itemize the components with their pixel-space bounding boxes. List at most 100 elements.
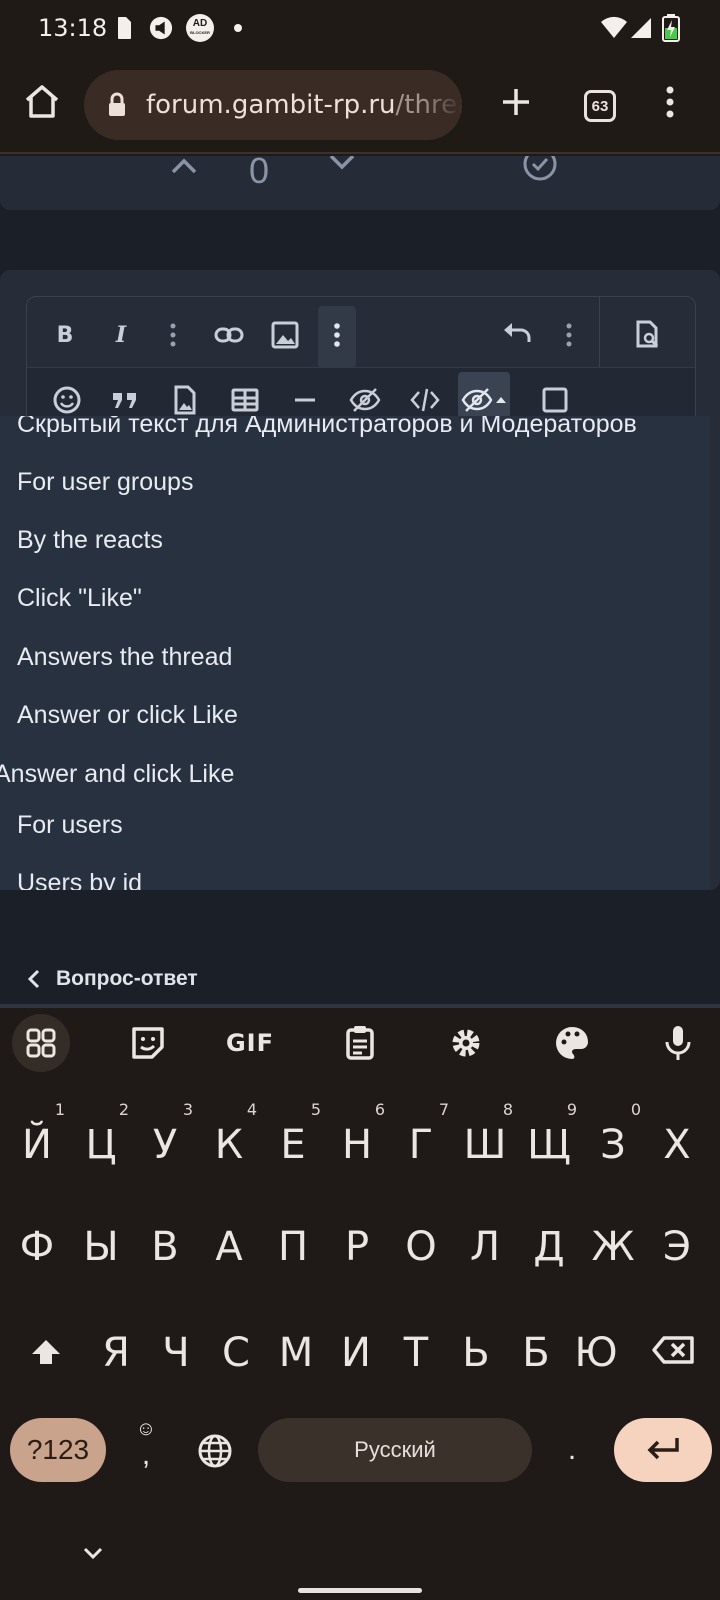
key[interactable]: П bbox=[263, 1212, 323, 1282]
status-time: 13:18 bbox=[38, 14, 108, 42]
breadcrumb-label: Вопрос-ответ bbox=[56, 967, 198, 990]
key[interactable]: Й1 bbox=[7, 1102, 67, 1180]
key[interactable]: Ц2 bbox=[71, 1102, 131, 1180]
sticker-icon[interactable] bbox=[126, 1021, 170, 1065]
italic-button[interactable]: I bbox=[104, 318, 138, 352]
dropdown-item[interactable]: Click "Like" bbox=[17, 584, 142, 613]
key[interactable]: Г7 bbox=[391, 1102, 451, 1180]
key[interactable]: О bbox=[391, 1212, 451, 1282]
symbols-key[interactable]: ?123 bbox=[10, 1418, 106, 1482]
key[interactable]: М bbox=[266, 1318, 326, 1388]
comma-key[interactable]: ☺ , bbox=[122, 1418, 170, 1482]
table-icon[interactable] bbox=[228, 383, 262, 417]
url-bar[interactable]: forum.gambit-rp.ru/threa bbox=[84, 70, 462, 140]
key[interactable]: Д bbox=[519, 1212, 579, 1282]
key[interactable]: Л bbox=[455, 1212, 515, 1282]
settings-gear-icon[interactable] bbox=[444, 1021, 488, 1065]
more-text-icon[interactable] bbox=[156, 318, 190, 352]
more-insert-icon[interactable] bbox=[320, 318, 354, 352]
key[interactable]: Р bbox=[327, 1212, 387, 1282]
shift-icon[interactable] bbox=[22, 1332, 70, 1372]
hide-content-icon[interactable] bbox=[460, 383, 508, 417]
gesture-navigation-bar[interactable] bbox=[298, 1588, 422, 1593]
breadcrumb-back-link[interactable]: Вопрос-ответ bbox=[26, 964, 198, 994]
checkbox-icon[interactable] bbox=[538, 383, 572, 417]
dropdown-item[interactable]: Users by id bbox=[17, 869, 142, 890]
key-label: И bbox=[341, 1330, 371, 1376]
key[interactable]: Ж bbox=[583, 1212, 643, 1282]
key[interactable]: Щ9 bbox=[519, 1102, 579, 1180]
globe-icon[interactable] bbox=[196, 1432, 234, 1470]
key[interactable]: Э bbox=[647, 1212, 707, 1282]
check-circle-icon[interactable] bbox=[522, 156, 558, 182]
enter-icon bbox=[647, 1438, 679, 1460]
url-text: forum.gambit-rp.ru/threa bbox=[146, 90, 462, 120]
microphone-icon[interactable] bbox=[656, 1021, 700, 1065]
image-icon[interactable] bbox=[268, 318, 302, 352]
key-label: Ж bbox=[591, 1224, 635, 1270]
dropdown-item[interactable]: For user groups bbox=[17, 468, 193, 497]
theme-palette-icon[interactable] bbox=[550, 1021, 594, 1065]
key[interactable]: З0 bbox=[583, 1102, 643, 1180]
signal-icon bbox=[631, 18, 651, 38]
key[interactable]: Ф bbox=[7, 1212, 67, 1282]
more-menu-icon[interactable] bbox=[646, 78, 694, 126]
key-hint: 8 bbox=[502, 1100, 513, 1119]
key[interactable]: Ш8 bbox=[455, 1102, 515, 1180]
key[interactable]: Ю bbox=[566, 1318, 626, 1388]
key[interactable]: Е5 bbox=[263, 1102, 323, 1180]
key[interactable]: Ч bbox=[146, 1318, 206, 1388]
key-label: Я bbox=[102, 1330, 130, 1376]
tab-switcher-button[interactable]: 63 bbox=[584, 90, 616, 122]
key-hint: 6 bbox=[374, 1100, 385, 1119]
dropdown-item[interactable]: Answer or click Like bbox=[17, 701, 238, 730]
downvote-icon[interactable] bbox=[328, 156, 356, 174]
enter-key[interactable] bbox=[614, 1418, 712, 1482]
gif-button[interactable]: GIF bbox=[226, 1021, 273, 1065]
vote-bar: 0 bbox=[0, 156, 720, 210]
key[interactable]: У3 bbox=[135, 1102, 195, 1180]
clipboard-icon[interactable] bbox=[338, 1021, 382, 1065]
key-label: Е bbox=[280, 1122, 306, 1168]
key[interactable]: В bbox=[135, 1212, 195, 1282]
horizontal-rule-icon[interactable] bbox=[288, 383, 322, 417]
backspace-icon[interactable] bbox=[650, 1330, 698, 1370]
period-key[interactable]: . bbox=[552, 1418, 592, 1482]
spoiler-icon[interactable] bbox=[348, 383, 382, 417]
link-icon[interactable] bbox=[212, 318, 246, 352]
key[interactable]: К4 bbox=[199, 1102, 259, 1180]
emoji-icon[interactable] bbox=[50, 383, 84, 417]
dropdown-item[interactable]: For users bbox=[17, 811, 123, 840]
wifi-icon bbox=[601, 16, 627, 38]
key[interactable]: Н6 bbox=[327, 1102, 387, 1180]
megaphone-icon bbox=[149, 16, 173, 40]
apps-grid-icon bbox=[26, 1028, 56, 1058]
new-tab-icon[interactable] bbox=[492, 78, 540, 126]
key[interactable]: Х bbox=[647, 1110, 707, 1180]
attach-media-icon[interactable] bbox=[168, 383, 202, 417]
quote-icon[interactable] bbox=[108, 383, 142, 417]
undo-icon[interactable] bbox=[500, 318, 534, 352]
dropdown-item[interactable]: Скрытый текст для Администраторов и Моде… bbox=[17, 416, 637, 439]
key[interactable]: Ы bbox=[71, 1212, 131, 1282]
dropdown-item[interactable]: By the reacts bbox=[17, 526, 163, 555]
preview-icon[interactable] bbox=[630, 318, 664, 352]
space-bar[interactable]: Русский bbox=[258, 1418, 532, 1482]
code-icon[interactable] bbox=[408, 383, 442, 417]
key[interactable]: С bbox=[206, 1318, 266, 1388]
home-icon[interactable] bbox=[18, 78, 66, 126]
upvote-icon[interactable] bbox=[170, 156, 198, 176]
key-label: Ы bbox=[83, 1224, 119, 1270]
key[interactable]: Б bbox=[506, 1318, 566, 1388]
dropdown-item[interactable]: Answer and click Like bbox=[0, 760, 234, 789]
key[interactable]: И bbox=[326, 1318, 386, 1388]
key[interactable]: Ь bbox=[446, 1318, 506, 1388]
key[interactable]: Т bbox=[386, 1318, 446, 1388]
key[interactable]: Я bbox=[86, 1318, 146, 1388]
dropdown-item[interactable]: Answers the thread bbox=[17, 643, 232, 672]
soft-keyboard: GIF bbox=[0, 1004, 720, 1600]
bold-button[interactable]: B bbox=[48, 318, 82, 352]
hide-keyboard-chevron-icon[interactable] bbox=[80, 1544, 106, 1562]
more-misc-icon[interactable] bbox=[552, 318, 586, 352]
key[interactable]: А bbox=[199, 1212, 259, 1282]
